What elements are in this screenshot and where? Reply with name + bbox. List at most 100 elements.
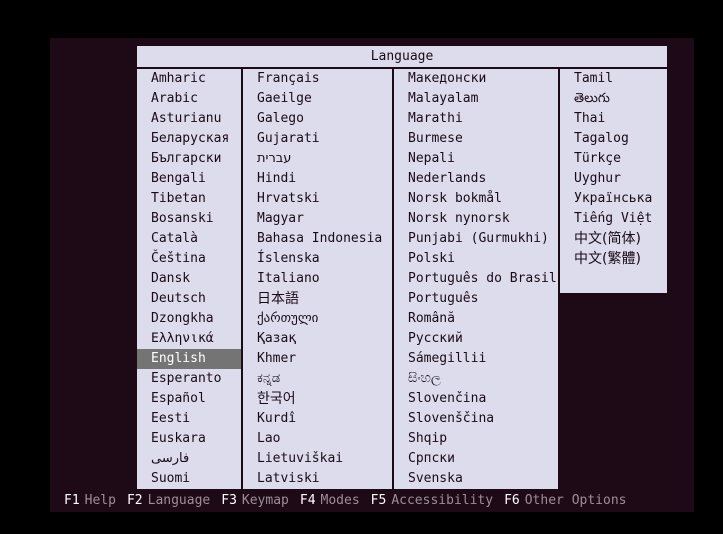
language-column-2[interactable]: Македонски Malayalam Marathi Burmese Nepali N… — [394, 69, 558, 489]
language-item[interactable]: Slovenčina — [394, 389, 558, 409]
function-key-label: F2 — [126, 493, 143, 508]
function-key-label: F5 — [370, 493, 387, 508]
language-item[interactable]: Tamil — [560, 69, 667, 89]
language-item[interactable]: Svenska — [394, 469, 558, 489]
language-item[interactable]: Euskara — [137, 429, 241, 449]
language-item[interactable]: Français — [243, 69, 392, 89]
language-item[interactable]: Gaeilge — [243, 89, 392, 109]
language-item[interactable]: Tibetan — [137, 189, 241, 209]
language-item[interactable]: فارسی — [137, 449, 241, 469]
language-item[interactable]: Thai — [560, 109, 667, 129]
function-key-f5[interactable]: F5 Accessibility — [371, 490, 493, 512]
language-item[interactable]: ಕನ್ನಡ — [243, 369, 392, 389]
language-item[interactable]: Norsk nynorsk — [394, 209, 558, 229]
language-item[interactable]: Қазақ — [243, 329, 392, 349]
language-item[interactable]: Malayalam — [394, 89, 558, 109]
language-item[interactable]: 中文(繁體) — [560, 249, 667, 269]
language-item[interactable]: 日本語 — [243, 289, 392, 309]
language-item[interactable]: Lao — [243, 429, 392, 449]
language-item[interactable]: Lietuviškai — [243, 449, 392, 469]
language-item[interactable]: Uyghur — [560, 169, 667, 189]
function-key-label: F6 — [504, 493, 520, 508]
language-item[interactable]: English — [137, 349, 241, 369]
language-item[interactable]: Suomi — [137, 469, 241, 489]
language-item[interactable]: Burmese — [394, 129, 558, 149]
language-selection-dialog: Language Amharic Arabic Asturianu Беларуска… — [137, 46, 667, 497]
screen-background: Language Amharic Arabic Asturianu Беларуска… — [0, 0, 723, 534]
language-item[interactable]: Dansk — [137, 269, 241, 289]
language-item[interactable]: Català — [137, 229, 241, 249]
function-key-description: Keymap — [241, 493, 289, 508]
language-column-1[interactable]: Français Gaeilge Galego Gujarati עברית Hindi H… — [243, 69, 392, 489]
language-item[interactable]: Беларуская — [137, 129, 241, 149]
function-key-f3[interactable]: F3 Keymap — [221, 490, 289, 512]
function-key-label: F3 — [221, 493, 237, 508]
function-key-description: Help — [84, 493, 116, 508]
language-item[interactable]: Dzongkha — [137, 309, 241, 329]
language-item[interactable]: Latviski — [243, 469, 392, 489]
language-item[interactable]: Esperanto — [137, 369, 241, 389]
language-item[interactable]: Čeština — [137, 249, 241, 269]
function-key-label: F1 — [64, 493, 80, 508]
language-item[interactable]: Eesti — [137, 409, 241, 429]
function-key-f2[interactable]: F2 Language — [127, 490, 210, 512]
language-item[interactable]: Português — [394, 289, 558, 309]
language-item[interactable]: Arabic — [137, 89, 241, 109]
language-item[interactable]: Nederlands — [394, 169, 558, 189]
language-item[interactable]: Bosanski — [137, 209, 241, 229]
language-item[interactable]: Khmer — [243, 349, 392, 369]
language-item[interactable]: Hindi — [243, 169, 392, 189]
language-item[interactable]: Deutsch — [137, 289, 241, 309]
language-item[interactable]: Italiano — [243, 269, 392, 289]
language-item[interactable]: Punjabi (Gurmukhi) — [394, 229, 558, 249]
language-item[interactable]: Türkçe — [560, 149, 667, 169]
language-item[interactable]: Asturianu — [137, 109, 241, 129]
language-item[interactable]: Kurdî — [243, 409, 392, 429]
language-item[interactable]: ქართული — [243, 309, 392, 329]
function-key-f4[interactable]: F4 Modes — [300, 490, 360, 512]
language-item[interactable]: Magyar — [243, 209, 392, 229]
language-item[interactable]: Русский — [394, 329, 558, 349]
language-item[interactable]: Български — [137, 149, 241, 169]
language-item[interactable]: עברית — [243, 149, 392, 169]
language-item[interactable]: Ελληνικά — [137, 329, 241, 349]
language-column-0[interactable]: Amharic Arabic Asturianu Беларуская Българск… — [137, 69, 241, 489]
language-column-3[interactable]: Tamil తెలుగు Thai Tagalog Türkçe Uyghur Україн… — [560, 69, 667, 293]
language-item[interactable]: Română — [394, 309, 558, 329]
language-item[interactable]: Shqip — [394, 429, 558, 449]
language-item[interactable]: Amharic — [137, 69, 241, 89]
language-item[interactable]: 한국어 — [243, 389, 392, 409]
language-item[interactable]: Tagalog — [560, 129, 667, 149]
function-key-f1[interactable]: F1 Help — [64, 490, 116, 512]
language-columns: Amharic Arabic Asturianu Беларуская Българск… — [137, 69, 667, 497]
language-item[interactable]: Gujarati — [243, 129, 392, 149]
language-item[interactable]: Español — [137, 389, 241, 409]
language-item[interactable]: Galego — [243, 109, 392, 129]
language-item[interactable]: Slovenščina — [394, 409, 558, 429]
language-item[interactable]: తెలుగు — [560, 89, 667, 109]
language-item[interactable]: Nepali — [394, 149, 558, 169]
language-item[interactable]: Македонски — [394, 69, 558, 89]
function-key-description: Language — [147, 493, 211, 508]
dialog-title-bar: Language — [137, 46, 667, 67]
console-area: Language Amharic Arabic Asturianu Беларуска… — [50, 38, 694, 512]
language-item[interactable]: Marathi — [394, 109, 558, 129]
language-item[interactable]: Hrvatski — [243, 189, 392, 209]
language-item[interactable]: Українська — [560, 189, 667, 209]
language-item[interactable]: Bengali — [137, 169, 241, 189]
language-item[interactable]: Íslenska — [243, 249, 392, 269]
language-item[interactable]: Norsk bokmål — [394, 189, 558, 209]
function-key-bar: F1 Help F2 Language F3 Keymap F4 Modes F5 Accessi… — [50, 490, 694, 512]
language-item[interactable]: සිංහල — [394, 369, 558, 389]
language-item[interactable]: Português do Brasil — [394, 269, 558, 289]
language-item[interactable]: Polski — [394, 249, 558, 269]
dialog-title: Language — [370, 49, 434, 64]
language-item[interactable]: Српски — [394, 449, 558, 469]
language-item[interactable]: Bahasa Indonesia — [243, 229, 392, 249]
language-item[interactable]: Sámegillii — [394, 349, 558, 369]
language-item[interactable]: Tiếng Việt — [560, 209, 667, 229]
function-key-f6[interactable]: F6 Other Options — [504, 490, 626, 512]
language-item[interactable]: 中文(简体) — [560, 229, 667, 249]
function-key-description: Accessibility — [391, 493, 494, 508]
function-key-description: Modes — [320, 493, 360, 508]
